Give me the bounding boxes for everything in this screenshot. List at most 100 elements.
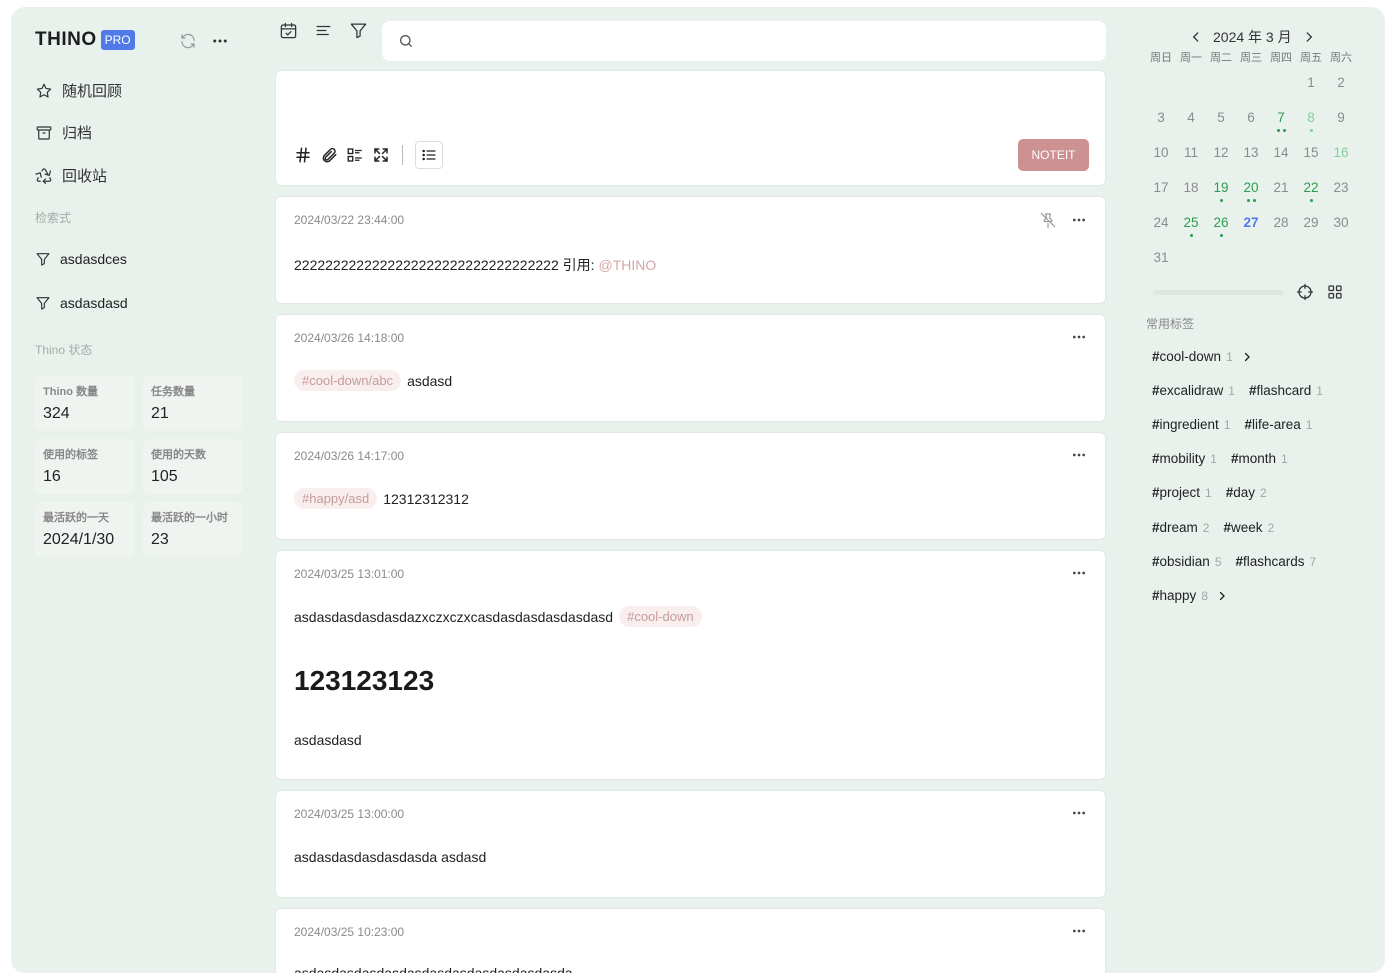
memo-content: asdasdasdasdasdazxczxczxcasdasdasdasdasd… bbox=[294, 606, 702, 627]
calendar-day[interactable]: 15 bbox=[1296, 135, 1326, 170]
tag-item[interactable]: #ingredient 1 bbox=[1152, 417, 1231, 432]
sort-icon[interactable] bbox=[314, 21, 333, 40]
calendar-check-icon[interactable] bbox=[279, 21, 298, 40]
expand-icon[interactable] bbox=[372, 146, 390, 164]
memo-actions bbox=[1039, 211, 1087, 229]
chevron-right-icon[interactable] bbox=[1241, 351, 1253, 363]
calendar-day[interactable]: 11 bbox=[1176, 135, 1206, 170]
calendar-day[interactable]: 10 bbox=[1146, 135, 1176, 170]
noteit-button[interactable]: NOTEIT bbox=[1018, 139, 1089, 171]
calendar-day-with-notes[interactable]: 19 bbox=[1206, 170, 1236, 205]
memo-card[interactable]: 2024/03/22 23:44:00 22222222222222222222… bbox=[275, 196, 1106, 304]
tag-item[interactable]: #dream 2 bbox=[1152, 520, 1209, 535]
tag-item[interactable]: #mobility 1 bbox=[1152, 451, 1217, 466]
tag-item[interactable]: #project 1 bbox=[1152, 485, 1212, 500]
tag-count: 1 bbox=[1228, 383, 1235, 398]
more-menu-icon[interactable] bbox=[211, 32, 229, 50]
search-box[interactable] bbox=[382, 21, 1106, 61]
tag-item[interactable]: #cool-down 1 bbox=[1152, 349, 1253, 364]
zoom-slider[interactable] bbox=[1153, 289, 1284, 295]
unpin-icon[interactable] bbox=[1039, 211, 1057, 229]
calendar-day-with-notes[interactable]: 16 bbox=[1326, 135, 1356, 170]
nav-recycle-bin[interactable]: 回收站 bbox=[35, 165, 107, 186]
saved-filter-item[interactable]: asdasdasd bbox=[35, 295, 128, 311]
day-number: 8 bbox=[1307, 110, 1315, 125]
chevron-right-icon[interactable] bbox=[1216, 590, 1228, 602]
list-format-button[interactable] bbox=[415, 141, 443, 169]
tag-item[interactable]: #excalidraw 1 bbox=[1152, 383, 1235, 398]
memo-card[interactable]: 2024/03/25 13:00:00 asdasdasdasdasdasda … bbox=[275, 790, 1106, 898]
memo-tag[interactable]: #cool-down bbox=[619, 606, 702, 627]
memo-card[interactable]: 2024/03/26 14:18:00 #cool-down/abc asdas… bbox=[275, 314, 1106, 422]
more-icon[interactable] bbox=[1071, 329, 1087, 345]
filter-icon[interactable] bbox=[349, 21, 368, 40]
memo-card[interactable]: 2024/03/25 13:01:00 asdasdasdasdasdazxcz… bbox=[275, 550, 1106, 780]
nav-random-review[interactable]: 随机回顾 bbox=[35, 80, 122, 101]
more-icon[interactable] bbox=[1071, 212, 1087, 228]
hashtag-icon[interactable] bbox=[294, 146, 312, 164]
more-icon[interactable] bbox=[1071, 447, 1087, 463]
calendar-day[interactable]: 21 bbox=[1266, 170, 1296, 205]
tag-item[interactable]: #flashcard 1 bbox=[1249, 383, 1323, 398]
tag-item[interactable]: #flashcards 7 bbox=[1236, 554, 1317, 569]
calendar-day[interactable]: 17 bbox=[1146, 170, 1176, 205]
calendar-day[interactable]: 28 bbox=[1266, 205, 1296, 240]
nav-label: 随机回顾 bbox=[62, 83, 123, 100]
calendar-day[interactable]: 2 bbox=[1326, 65, 1356, 100]
more-icon[interactable] bbox=[1071, 923, 1087, 939]
chevron-right-icon[interactable] bbox=[1302, 30, 1316, 44]
calendar-day[interactable]: 5 bbox=[1206, 100, 1236, 135]
calendar-day[interactable]: 24 bbox=[1146, 205, 1176, 240]
calendar-day[interactable]: 4 bbox=[1176, 100, 1206, 135]
stat-label: 最活跃的一小时 bbox=[151, 512, 228, 524]
calendar-day-with-notes[interactable]: 25 bbox=[1176, 205, 1206, 240]
activity-dots bbox=[1206, 234, 1236, 237]
tag-item[interactable]: #happy 8 bbox=[1152, 588, 1228, 603]
calendar-day[interactable]: 13 bbox=[1236, 135, 1266, 170]
calendar-day[interactable]: 14 bbox=[1266, 135, 1296, 170]
memo-reference-link[interactable]: @THINO bbox=[599, 257, 657, 273]
calendar-day[interactable]: 6 bbox=[1236, 100, 1266, 135]
memo-editor[interactable]: NOTEIT bbox=[275, 70, 1106, 186]
nav-archive[interactable]: 归档 bbox=[35, 122, 92, 143]
tag-item[interactable]: #life-area 1 bbox=[1245, 417, 1313, 432]
saved-filter-item[interactable]: asdasdces bbox=[35, 251, 127, 267]
memo-text: asdasdasd bbox=[294, 732, 362, 748]
calendar-day[interactable]: 9 bbox=[1326, 100, 1356, 135]
tag-item[interactable]: #day 2 bbox=[1226, 485, 1267, 500]
weekday-label: 周日 bbox=[1150, 52, 1172, 64]
memo-tag[interactable]: #cool-down/abc bbox=[294, 370, 402, 391]
sync-icon[interactable] bbox=[179, 32, 197, 50]
calendar-day-with-notes[interactable]: 8 bbox=[1296, 100, 1326, 135]
tag-item[interactable]: #month 1 bbox=[1231, 451, 1288, 466]
calendar-day bbox=[1206, 65, 1236, 100]
calendar-day[interactable]: 12 bbox=[1206, 135, 1236, 170]
calendar-day-with-notes[interactable]: 7 bbox=[1266, 100, 1296, 135]
grid-view-icon[interactable] bbox=[1326, 283, 1344, 301]
search-input[interactable] bbox=[422, 33, 1102, 49]
calendar-day-with-notes[interactable]: 22 bbox=[1296, 170, 1326, 205]
calendar-day[interactable]: 3 bbox=[1146, 100, 1176, 135]
paperclip-icon[interactable] bbox=[320, 146, 338, 164]
tag-item[interactable]: #obsidian 5 bbox=[1152, 554, 1222, 569]
crosshair-icon[interactable] bbox=[1296, 283, 1314, 301]
calendar-day[interactable]: 31 bbox=[1146, 240, 1176, 275]
memo-card[interactable]: 2024/03/25 10:23:00 asdasdasdasdasdasdas… bbox=[275, 908, 1106, 973]
more-icon[interactable] bbox=[1071, 805, 1087, 821]
tag-item[interactable]: #week 2 bbox=[1223, 520, 1274, 535]
chevron-left-icon[interactable] bbox=[1189, 30, 1203, 44]
calendar-grid: 周日 周一 周二 周三 周四 周五 周六 1 2 3 4 5 6 7 8 9 1… bbox=[1146, 49, 1356, 275]
calendar-day-with-notes[interactable]: 20 bbox=[1236, 170, 1266, 205]
weekday-label: 周一 bbox=[1180, 52, 1202, 64]
calendar-day[interactable]: 1 bbox=[1296, 65, 1326, 100]
more-icon[interactable] bbox=[1071, 565, 1087, 581]
calendar-day[interactable]: 23 bbox=[1326, 170, 1356, 205]
memo-card[interactable]: 2024/03/26 14:17:00 #happy/asd 123123123… bbox=[275, 432, 1106, 540]
calendar-day[interactable]: 29 bbox=[1296, 205, 1326, 240]
memo-tag[interactable]: #happy/asd bbox=[294, 488, 378, 509]
calendar-day-today[interactable]: 27 bbox=[1236, 205, 1266, 240]
checklist-icon[interactable] bbox=[346, 146, 364, 164]
calendar-day[interactable]: 30 bbox=[1326, 205, 1356, 240]
calendar-day-with-notes[interactable]: 26 bbox=[1206, 205, 1236, 240]
calendar-day[interactable]: 18 bbox=[1176, 170, 1206, 205]
